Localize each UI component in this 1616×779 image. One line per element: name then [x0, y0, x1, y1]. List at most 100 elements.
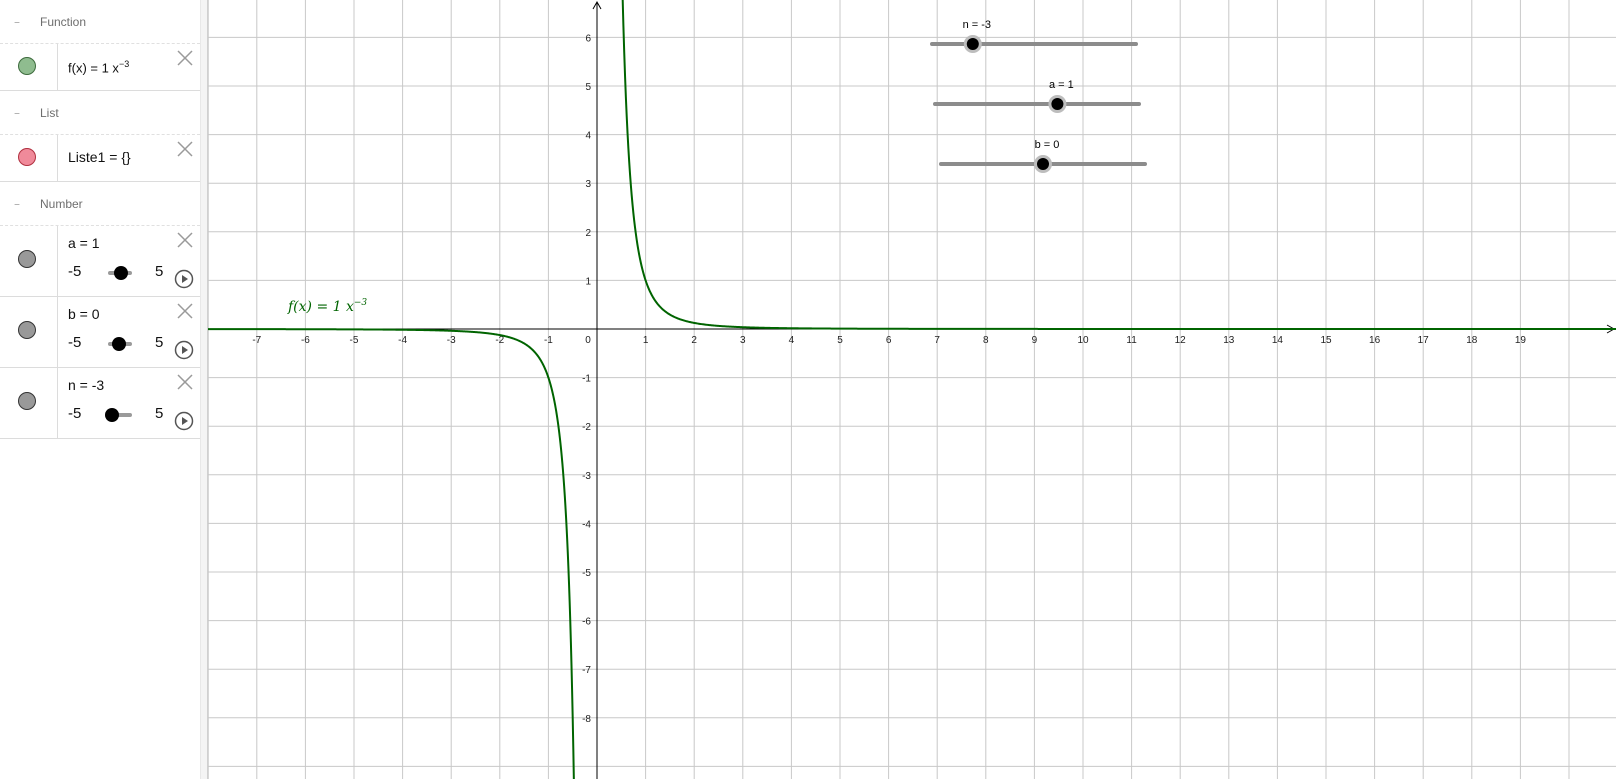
- y-tick-label: -3: [582, 471, 591, 482]
- function-label-exponent: −3: [354, 298, 368, 308]
- marble-column: [0, 135, 58, 181]
- algebra-view: – Function f(x) = 1 x−3 – List Liste1 = …: [0, 0, 201, 779]
- x-tick-label: 9: [1032, 335, 1038, 346]
- x-tick-label: 16: [1369, 335, 1381, 346]
- play-animation-icon[interactable]: [174, 340, 194, 360]
- group-list-title: List: [40, 106, 59, 120]
- slider-a-caption: a = 1: [1049, 79, 1074, 91]
- x-tick-label: -3: [447, 335, 456, 346]
- y-tick-label: 5: [585, 82, 591, 93]
- function-label-text: f(x) = 1 x: [287, 299, 354, 315]
- collapse-function-icon[interactable]: –: [11, 16, 23, 28]
- function-expression-exponent: −3: [118, 59, 130, 69]
- x-tick-label: -1: [544, 335, 553, 346]
- x-tick-label: 11: [1126, 335, 1137, 346]
- x-tick-label: 8: [983, 335, 989, 346]
- slider-min: -5: [68, 263, 82, 280]
- list-expression[interactable]: Liste1 = {}: [68, 149, 131, 165]
- x-tick-label: 2: [691, 335, 697, 346]
- slider-b-caption: b = 0: [1035, 139, 1060, 151]
- function-expression[interactable]: f(x) = 1 x−3: [68, 59, 129, 75]
- marble-column: [0, 226, 58, 296]
- y-tick-label: 6: [585, 33, 591, 44]
- x-tick-label: 17: [1418, 335, 1430, 346]
- slider-max: 5: [155, 263, 164, 280]
- collapse-list-icon[interactable]: –: [11, 107, 23, 119]
- coordinate-plane[interactable]: -7 -6 -5 -4 -3 -2 -1 0 1 2 3 4 5 6 7 8 9 10 11 12 13 14 15 16 17…: [208, 0, 1616, 779]
- number-row[interactable]: b = 0 -5 5: [0, 297, 200, 368]
- slider-knob[interactable]: [104, 408, 119, 422]
- view-splitter[interactable]: [200, 0, 208, 779]
- x-tick-label: 6: [886, 335, 892, 346]
- visibility-toggle[interactable]: [18, 250, 36, 268]
- delete-icon[interactable]: [177, 303, 193, 319]
- x-tick-label: 7: [934, 335, 940, 346]
- x-tick-label: -7: [252, 335, 261, 346]
- number-definition[interactable]: a = 1: [68, 235, 100, 251]
- x-tick-label: -4: [398, 335, 407, 346]
- x-tick-label: -5: [350, 335, 359, 346]
- number-definition[interactable]: b = 0: [68, 306, 100, 322]
- slider-min: -5: [68, 405, 82, 422]
- function-row[interactable]: f(x) = 1 x−3: [0, 44, 200, 91]
- x-tick-label: 18: [1466, 335, 1478, 346]
- slider-b-knob[interactable]: [1037, 158, 1049, 170]
- group-function-header: – Function: [0, 0, 200, 44]
- x-tick-label: 0: [585, 335, 591, 346]
- x-tick-label: 12: [1175, 335, 1187, 346]
- x-tick-label: -6: [301, 335, 310, 346]
- marble-column: [0, 297, 58, 367]
- slider-n-caption: n = -3: [963, 19, 991, 31]
- marble-column: [0, 44, 58, 90]
- number-definition[interactable]: n = -3: [68, 377, 104, 393]
- y-tick-label: -1: [582, 374, 591, 385]
- y-tick-label: -2: [582, 422, 591, 433]
- y-tick-label: -5: [582, 568, 591, 579]
- delete-icon[interactable]: [177, 232, 193, 248]
- graphics-view[interactable]: -7 -6 -5 -4 -3 -2 -1 0 1 2 3 4 5 6 7 8 9 10 11 12 13 14 15 16 17…: [208, 0, 1616, 779]
- group-number-title: Number: [40, 197, 83, 211]
- x-tick-label: 4: [789, 335, 795, 346]
- x-tick-label: 15: [1320, 335, 1332, 346]
- number-list: a = 1 -5 5 b = 0 -5 5 n = -3 -5 5: [0, 226, 200, 439]
- slider-max: 5: [155, 334, 164, 351]
- function-curve-negative[interactable]: [208, 328, 575, 779]
- list-row[interactable]: Liste1 = {}: [0, 135, 200, 182]
- x-tick-label: 5: [837, 335, 843, 346]
- number-row[interactable]: a = 1 -5 5: [0, 226, 200, 297]
- x-tick-label: 13: [1223, 335, 1235, 346]
- function-expression-text: f(x) = 1 x: [68, 60, 119, 76]
- y-tick-label: -4: [582, 519, 591, 530]
- function-label[interactable]: f(x) = 1 x−3: [287, 298, 367, 315]
- visibility-toggle-list[interactable]: [18, 148, 36, 166]
- marble-column: [0, 368, 58, 438]
- y-tick-label: -6: [582, 617, 591, 628]
- slider-n-knob[interactable]: [966, 38, 979, 50]
- delete-icon[interactable]: [177, 374, 193, 390]
- slider-min: -5: [68, 334, 82, 351]
- y-tick-label: -8: [582, 714, 591, 725]
- x-tick-label: 14: [1272, 335, 1284, 346]
- y-tick-label: 3: [585, 179, 591, 190]
- group-function-title: Function: [40, 15, 87, 29]
- y-tick-label: 2: [585, 228, 591, 239]
- play-animation-icon[interactable]: [174, 411, 194, 431]
- visibility-toggle[interactable]: [18, 392, 36, 410]
- visibility-toggle[interactable]: [18, 321, 36, 339]
- delete-f-icon[interactable]: [177, 50, 193, 66]
- slider-knob[interactable]: [112, 337, 126, 351]
- group-list-header: – List: [0, 91, 200, 135]
- slider-max: 5: [155, 405, 164, 422]
- x-tick-label: 19: [1515, 335, 1527, 346]
- visibility-toggle-f[interactable]: [18, 57, 36, 75]
- number-row[interactable]: n = -3 -5 5: [0, 368, 200, 439]
- slider-a-knob[interactable]: [1051, 98, 1064, 110]
- collapse-number-icon[interactable]: –: [11, 198, 23, 210]
- x-tick-label: 3: [740, 335, 746, 346]
- y-tick-label: 1: [585, 276, 591, 287]
- x-tick-label: 1: [643, 335, 649, 346]
- slider-knob[interactable]: [114, 266, 129, 280]
- play-animation-icon[interactable]: [174, 269, 194, 289]
- group-number-header: – Number: [0, 182, 200, 226]
- delete-list-icon[interactable]: [177, 141, 193, 157]
